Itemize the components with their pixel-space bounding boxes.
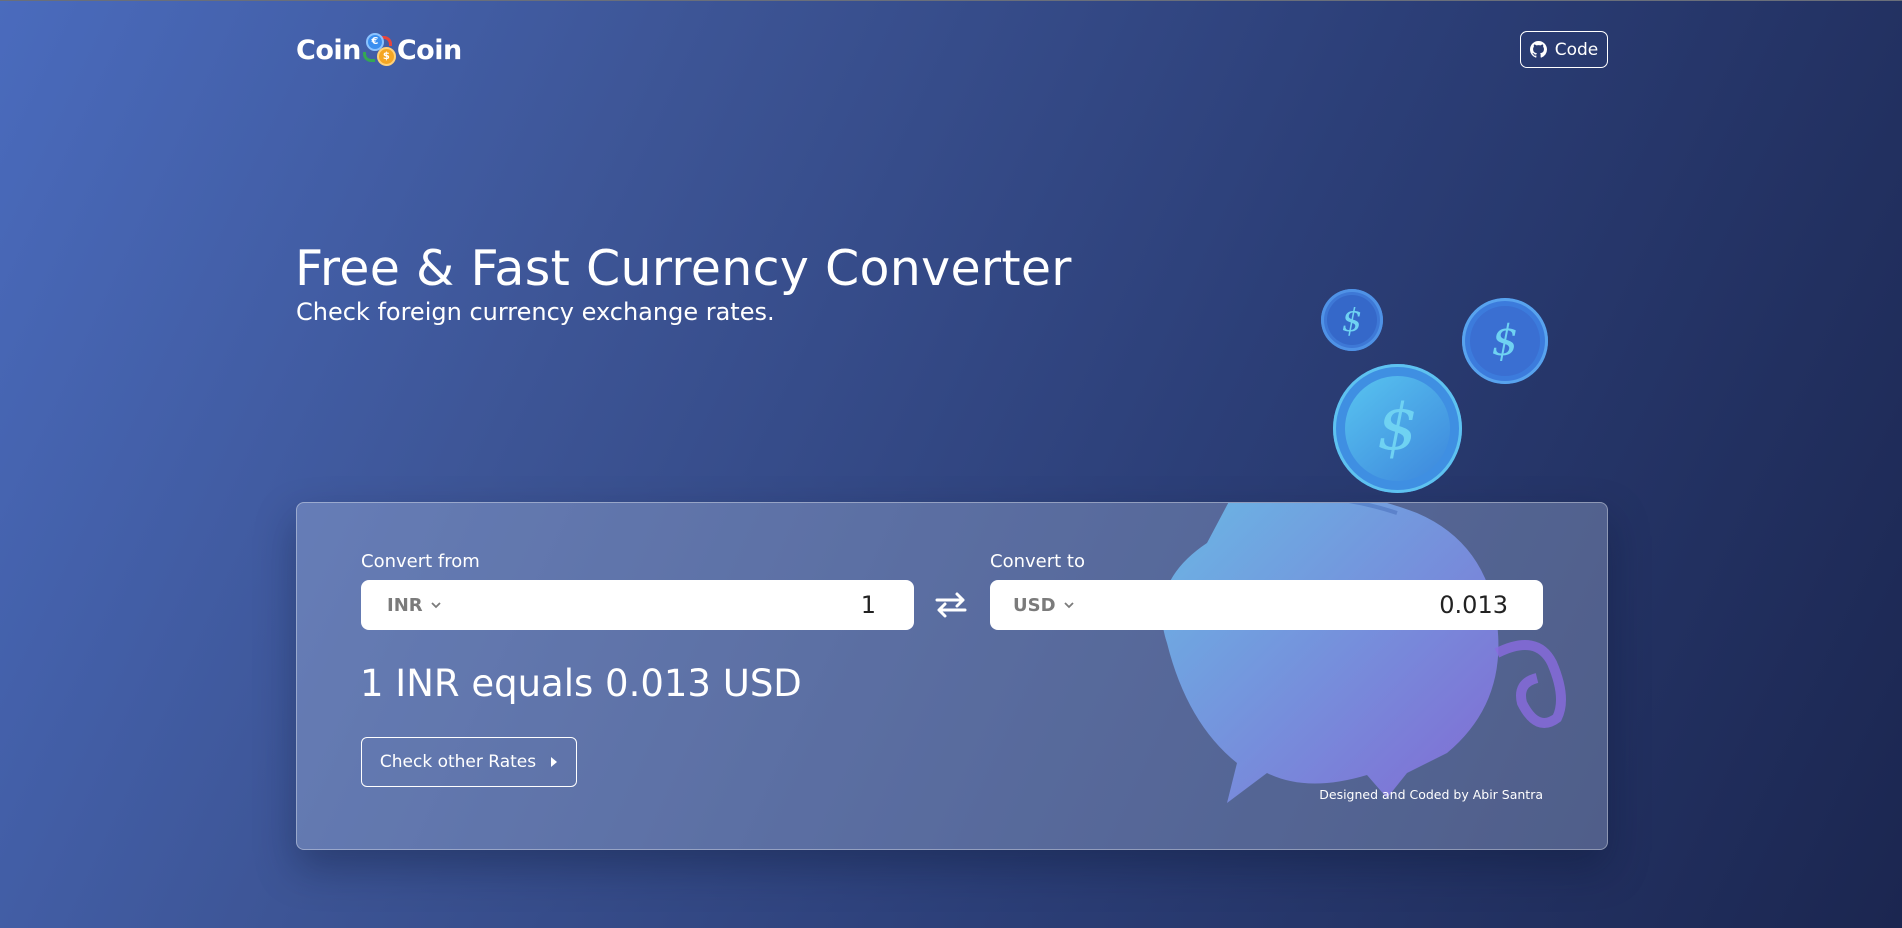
page-subtitle: Check foreign currency exchange rates. — [296, 298, 775, 326]
chevron-down-icon — [430, 602, 441, 609]
dollar-coin-icon-medium: $ — [1462, 298, 1548, 384]
convert-to-label: Convert to — [990, 551, 1085, 572]
code-button-label: Code — [1554, 39, 1599, 60]
to-currency-select[interactable]: USD — [990, 595, 1110, 616]
convert-to-field: USD — [990, 580, 1543, 630]
swap-arrows-icon[interactable] — [933, 591, 969, 619]
from-currency-value: INR — [387, 594, 423, 616]
conversion-result: 1 INR equals 0.013 USD — [360, 662, 802, 705]
check-other-rates-button[interactable]: Check other Rates — [361, 737, 577, 787]
coincoin-logo[interactable]: Coin € $ Coin — [296, 30, 462, 70]
page-title: Free & Fast Currency Converter — [295, 240, 1072, 297]
credit-text: Designed and Coded by Abir Santra — [1319, 787, 1543, 802]
dollar-coin-icon-small: $ — [1321, 289, 1383, 351]
convert-from-label: Convert from — [361, 551, 480, 572]
from-amount-input[interactable] — [481, 591, 914, 619]
convert-from-field: INR — [361, 580, 914, 630]
chevron-down-icon — [1063, 602, 1074, 609]
dollar-coin-icon-large: $ — [1333, 364, 1462, 493]
check-other-rates-label: Check other Rates — [379, 752, 537, 772]
window-top-border — [0, 0, 1902, 1]
logo-dollar-coin: $ — [376, 47, 396, 66]
from-currency-select[interactable]: INR — [361, 595, 481, 616]
caret-right-icon — [551, 757, 558, 767]
to-currency-value: USD — [1013, 594, 1056, 616]
code-button[interactable]: Code — [1520, 31, 1608, 68]
logo-coins-icon: € $ — [360, 30, 398, 70]
logo-word-left: Coin — [296, 34, 361, 66]
converter-card: Convert from Convert to INR USD 1 INR eq… — [296, 502, 1608, 850]
logo-arrow-green — [362, 52, 375, 62]
logo-word-right: Coin — [396, 34, 462, 66]
to-amount-input[interactable] — [1110, 591, 1543, 619]
github-icon — [1529, 41, 1547, 58]
